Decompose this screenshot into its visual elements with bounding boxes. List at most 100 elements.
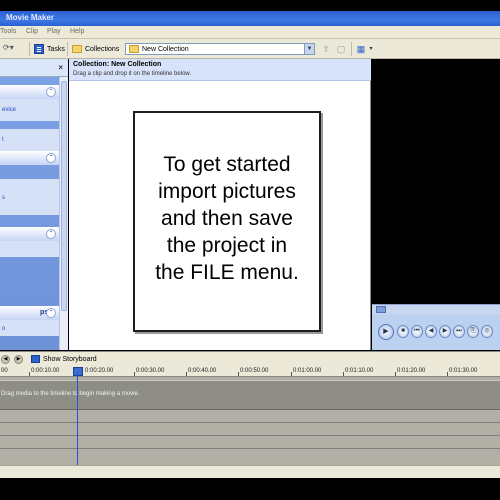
new-folder-icon[interactable]: ▢ <box>335 43 347 55</box>
toolbar-separator <box>351 42 352 56</box>
tasks-pane-header: × <box>0 59 68 77</box>
previous-icon[interactable]: ⏮ <box>411 325 423 338</box>
redo-dropdown-icon[interactable]: ⟳▾ <box>3 43 27 55</box>
collections-label: Collections <box>85 45 120 53</box>
title-bar: Movie Maker <box>0 11 500 26</box>
task-link[interactable]: s <box>2 195 5 201</box>
ruler-label: 0:01:20.00 <box>397 368 426 374</box>
collection-subtitle: Drag a clip and drop it on the timeline … <box>73 71 192 77</box>
window-title: Movie Maker <box>6 13 55 22</box>
collection-select-label: New Collection <box>142 45 189 53</box>
instructions-text: To get started import pictures and then … <box>135 151 319 286</box>
ruler-label: 0:00:30.00 <box>136 368 165 374</box>
ruler-label: 0:00:40.00 <box>188 368 217 374</box>
stop-icon[interactable]: ■ <box>397 325 409 338</box>
instructions-line: the FILE menu. <box>155 261 299 284</box>
ruler-mark <box>238 372 239 376</box>
chevron-up-icon[interactable]: ⌃ <box>46 308 56 318</box>
task-panel-header[interactable]: ⌃ <box>0 85 59 99</box>
chevron-down-icon[interactable]: ▾ <box>365 43 377 55</box>
show-storyboard-label: Show Storyboard <box>43 355 97 363</box>
menu-help[interactable]: Help <box>70 28 84 35</box>
chevron-down-icon[interactable]: ▼ <box>304 44 314 54</box>
task-panel-header[interactable]: ⌃ <box>0 151 59 165</box>
next-icon[interactable]: ⏭ <box>453 325 465 338</box>
ruler-mark <box>447 372 448 376</box>
ruler-label: 0:00:50.00 <box>240 368 269 374</box>
collection-select[interactable]: New Collection ▼ <box>125 43 315 55</box>
task-panel-edit: t ⌃ <box>0 129 59 165</box>
preview-monitor: ▶ ■ ⏮ ◀ ▶ ⏭ ⎘ ◎ <box>372 59 500 350</box>
playhead-handle[interactable] <box>73 367 83 376</box>
toolbar-separator <box>29 42 30 56</box>
video-track[interactable]: Drag media to the timeline to begin maki… <box>0 380 500 410</box>
menu-clip[interactable]: Clip <box>26 28 38 35</box>
zoom-icon[interactable]: ◀ <box>1 355 10 364</box>
timeline-toolbar: ◀ ▶ Show Storyboard <box>0 351 500 366</box>
collection-title: Collection: New Collection <box>73 61 162 68</box>
tasks-icon <box>34 44 44 54</box>
chevron-up-icon[interactable]: ⌃ <box>46 153 56 163</box>
ruler-mark <box>291 372 292 376</box>
seek-thumb[interactable] <box>376 306 386 313</box>
ruler-label: 00 <box>1 368 8 374</box>
tasks-label: Tasks <box>47 45 65 53</box>
task-link[interactable]: o <box>2 326 5 332</box>
timeline-ruler[interactable]: 00 0:00:10.00 0:00:20.00 0:00:30.00 0:00… <box>0 366 500 377</box>
toolbar-separator <box>67 42 68 56</box>
tasks-scrollbar[interactable] <box>59 77 68 350</box>
instructions-line: the project in <box>166 234 288 257</box>
tasks-button[interactable]: Tasks <box>32 42 67 56</box>
track-divider <box>0 448 500 449</box>
collection-select-value: New Collection <box>126 45 304 53</box>
task-link[interactable]: evice <box>2 107 16 113</box>
split-icon[interactable]: ⎘ <box>467 325 479 338</box>
timeline-tracks[interactable]: Drag media to the timeline to begin maki… <box>0 377 500 465</box>
monitor-seek-bar[interactable] <box>372 304 500 314</box>
snapshot-icon[interactable]: ◎ <box>481 325 493 338</box>
menu-bar: Tools Clip Play Help <box>0 26 500 39</box>
ruler-mark <box>395 372 396 376</box>
monitor-controls: ▶ ■ ⏮ ◀ ▶ ⏭ ⎘ ◎ <box>372 314 500 350</box>
task-panel-help: ps ⌃ o <box>0 306 59 336</box>
timeline-playhead[interactable] <box>77 372 78 465</box>
chevron-up-icon[interactable]: ⌃ <box>46 229 56 239</box>
task-link[interactable]: t <box>2 137 4 143</box>
rewind-timeline-icon[interactable]: ▶ <box>14 355 23 364</box>
play-icon[interactable]: ▶ <box>378 324 394 340</box>
task-panel-header[interactable]: ps ⌃ <box>0 306 59 320</box>
menu-tools[interactable]: Tools <box>0 28 16 35</box>
movie-maker-window: Movie Maker Tools Clip Play Help ⟳▾ Task… <box>0 0 500 500</box>
chevron-up-icon[interactable]: ⌃ <box>46 87 56 97</box>
toolbar: ⟳▾ Tasks Collections New Collection ▼ ⇧ … <box>0 39 500 59</box>
instructions-line: and then save <box>161 207 293 230</box>
scrollbar-thumb[interactable] <box>61 81 67 311</box>
ruler-label: 0:00:10.00 <box>31 368 60 374</box>
instructions-callout: To get started import pictures and then … <box>133 111 321 332</box>
track-divider <box>0 435 500 436</box>
status-bar <box>0 465 500 478</box>
instructions-line: import pictures <box>158 180 296 203</box>
task-panel-header[interactable]: ⌃ <box>0 227 59 241</box>
up-folder-icon[interactable]: ⇧ <box>320 43 332 55</box>
ruler-mark <box>186 372 187 376</box>
folder-icon <box>129 45 139 53</box>
ruler-label: 0:00:20.00 <box>85 368 114 374</box>
close-icon[interactable]: × <box>58 63 63 72</box>
rewind-icon[interactable]: ◀ <box>425 325 437 338</box>
forward-icon[interactable]: ▶ <box>439 325 451 338</box>
collections-button[interactable]: Collections <box>70 42 121 56</box>
movie-tasks-pane: × ⌃ evice t ⌃ s ⌃ ps ⌃ o <box>0 59 68 350</box>
show-storyboard-button[interactable]: Show Storyboard <box>31 355 97 363</box>
track-divider <box>0 422 500 423</box>
ruler-label: 0:01:00.00 <box>293 368 322 374</box>
timeline-hint: Drag media to the timeline to begin maki… <box>1 391 140 397</box>
task-panel-tips: ⌃ <box>0 227 59 257</box>
ruler-label: 0:01:30.00 <box>449 368 478 374</box>
ruler-mark <box>134 372 135 376</box>
menu-play[interactable]: Play <box>47 28 61 35</box>
ruler-mark <box>343 372 344 376</box>
ruler-label: 0:01:10.00 <box>345 368 374 374</box>
screen-border <box>0 478 500 500</box>
folder-icon <box>72 45 82 53</box>
